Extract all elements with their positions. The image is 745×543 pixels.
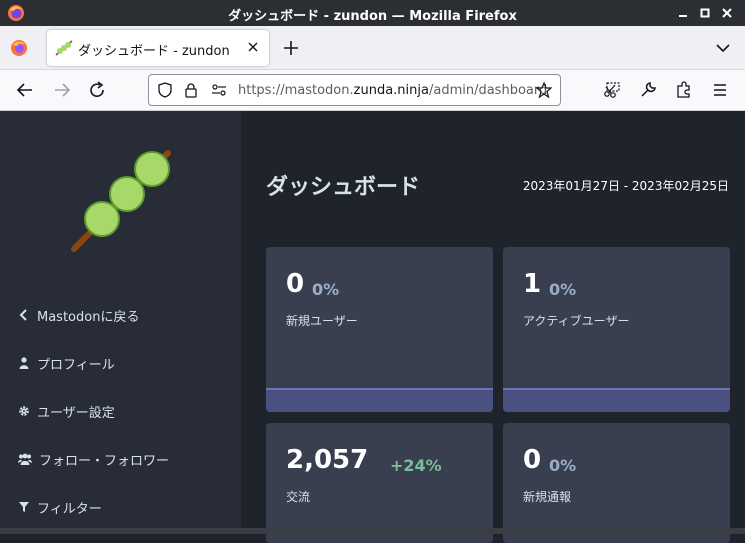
dango-logo[interactable] (62, 143, 182, 255)
forward-icon[interactable] (53, 81, 71, 99)
metric-card-new-users[interactable]: 0 0% 新規ユーザー (266, 247, 493, 412)
minimize-icon (679, 15, 687, 17)
navigation-toolbar: https://mastodon.zunda.ninja/admin/dashb… (0, 70, 745, 111)
sidebar-item-label: フォロー・フォロワー (39, 453, 170, 469)
list-all-tabs-icon[interactable] (715, 41, 731, 55)
sidebar-item-follows[interactable]: フォロー・フォロワー (18, 449, 169, 469)
metric-label: 新規通報 (523, 490, 572, 504)
back-icon[interactable] (16, 81, 34, 99)
url-path: /admin/dashboard (428, 83, 548, 98)
tracking-protection-shield-icon[interactable] (157, 82, 173, 98)
chevron-left-icon (18, 309, 30, 321)
tab-title: ダッシュボード - zundon (78, 44, 230, 59)
sparkline-bar (503, 388, 730, 412)
reload-icon[interactable] (88, 81, 106, 99)
metric-change: 0% (549, 456, 577, 475)
lock-icon[interactable] (183, 82, 199, 98)
users-icon (18, 453, 32, 465)
url-prefix: https://mastodon. (238, 83, 354, 98)
metric-label: 交流 (286, 490, 311, 504)
window-title: ダッシュボード - zundon — Mozilla Firefox (228, 9, 517, 24)
tab-close-icon[interactable] (245, 39, 261, 55)
page-title: ダッシュボード (266, 175, 421, 200)
dashboard-main: ダッシュボード 2023年01月27日 - 2023年02月25日 0 0% 新… (241, 111, 745, 543)
metric-label: 新規ユーザー (286, 314, 358, 328)
tab-strip: ダッシュボード - zundon (0, 26, 745, 70)
metric-change: +24% (390, 456, 442, 475)
sidebar-item-filters[interactable]: フィルター (18, 497, 102, 517)
sidebar-item-user-settings[interactable]: ユーザー設定 (18, 401, 115, 421)
window-bottom-edge (0, 528, 745, 534)
url-bar[interactable]: https://mastodon.zunda.ninja/admin/dashb… (148, 74, 561, 106)
metric-label: アクティブユーザー (523, 314, 630, 328)
maximize-button[interactable] (697, 5, 713, 21)
maximize-icon (700, 8, 710, 18)
gear-icon (18, 405, 30, 417)
sidebar-item-label: フィルター (37, 501, 102, 517)
metric-change: 0% (312, 280, 340, 299)
sidebar-item-label: Mastodonに戻る (37, 309, 140, 325)
extensions-icon[interactable] (675, 81, 693, 99)
bookmark-star-icon[interactable] (536, 82, 552, 98)
close-window-button[interactable] (719, 5, 735, 21)
hamburger-menu-icon[interactable] (711, 81, 729, 99)
sidebar-item-label: ユーザー設定 (37, 405, 115, 421)
metric-card-active-users[interactable]: 1 0% アクティブユーザー (503, 247, 730, 412)
minimize-button[interactable] (675, 5, 691, 21)
metric-card-new-reports[interactable]: 0 0% 新規通報 (503, 423, 730, 543)
user-icon (18, 357, 30, 369)
sidebar-item-profile[interactable]: プロフィール (18, 353, 115, 373)
date-range: 2023年01月27日 - 2023年02月25日 (522, 179, 729, 193)
screenshot-icon[interactable] (603, 81, 621, 99)
close-icon (722, 8, 732, 18)
metric-card-interactions[interactable]: 2,057 +24% 交流 (266, 423, 493, 543)
tab-dashboard[interactable]: ダッシュボード - zundon (47, 30, 269, 66)
permissions-icon[interactable] (211, 82, 227, 98)
metric-value: 0 (523, 445, 542, 475)
window-titlebar: ダッシュボード - zundon — Mozilla Firefox (0, 0, 745, 26)
filter-icon (18, 501, 30, 513)
dango-favicon-icon (55, 40, 73, 56)
metric-value: 0 (286, 269, 305, 299)
metric-value: 1 (523, 269, 542, 299)
new-tab-icon[interactable] (282, 39, 300, 57)
metric-value: 2,057 (286, 445, 369, 475)
sidebar-item-label: プロフィール (37, 357, 115, 373)
url-text[interactable]: https://mastodon.zunda.ninja/admin/dashb… (238, 83, 547, 98)
url-host: zunda.ninja (353, 83, 429, 98)
wrench-icon[interactable] (639, 81, 657, 99)
metric-change: 0% (549, 280, 577, 299)
sidebar-item-back-to-mastodon[interactable]: Mastodonに戻る (18, 305, 139, 325)
firefox-view-icon[interactable] (10, 39, 28, 57)
sparkline-bar (266, 388, 493, 412)
admin-sidebar: Mastodonに戻る プロフィール ユーザー設定 フォロー・フォロワー フィル… (0, 111, 241, 534)
